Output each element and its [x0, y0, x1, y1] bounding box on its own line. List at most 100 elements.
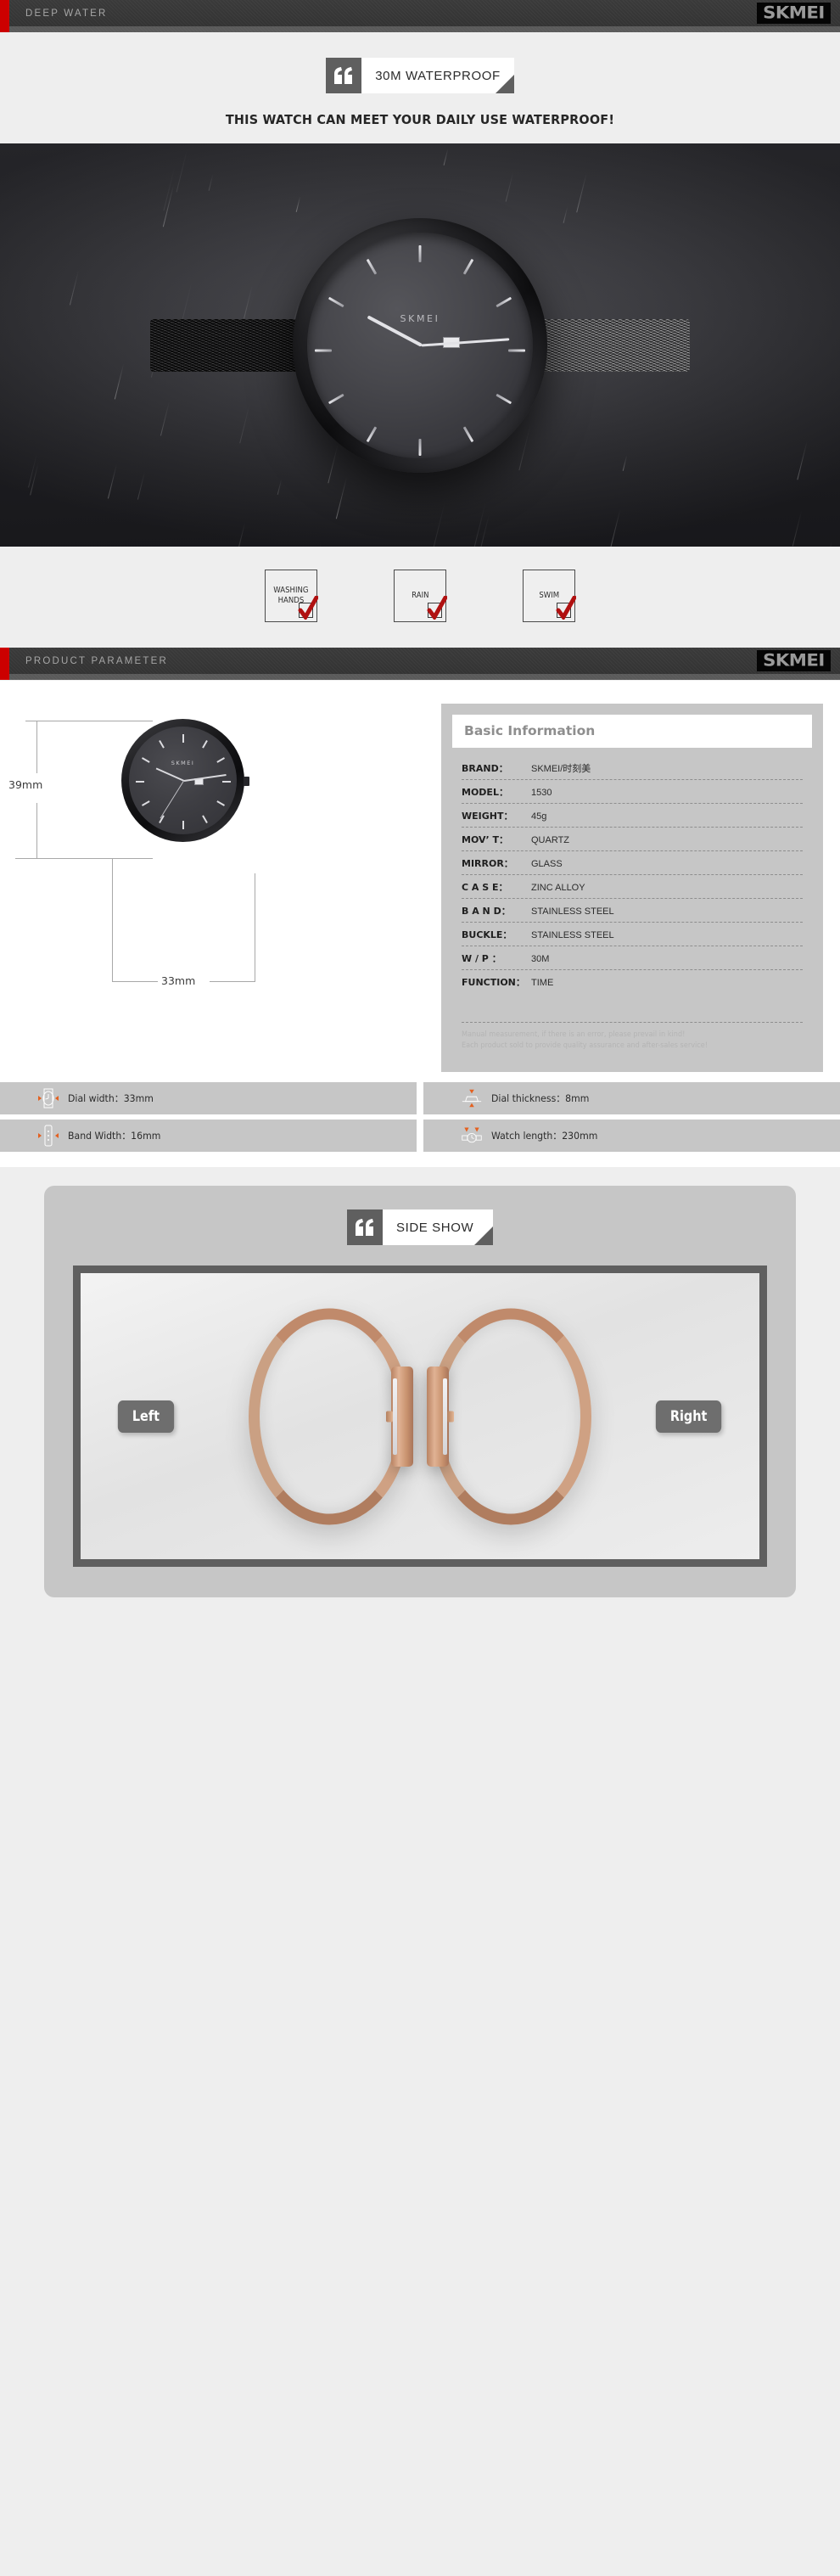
usage-card-rain[interactable]: RAIN: [394, 570, 446, 622]
product-detail-page: DEEP WATER SKMEI 30M WATERPROOF THIS WAT…: [0, 0, 840, 1623]
usage-checkbox[interactable]: [299, 603, 313, 618]
waterproof-tagline: THIS WATCH CAN MEET YOUR DAILY USE WATER…: [30, 112, 811, 127]
hero-band-right: [537, 319, 690, 372]
watch-case-side-left: [391, 1367, 413, 1467]
red-accent-tab: [0, 0, 9, 32]
brand-logo-text: SKMEI: [763, 650, 825, 670]
usage-card-washing-hands[interactable]: WASHING HANDS: [265, 570, 317, 622]
row-key: C A S E：: [462, 880, 531, 894]
row-key: MIRROR：: [462, 856, 531, 870]
table-row: WEIGHT： 45g: [462, 804, 803, 828]
waterproof-usage-list: WASHING HANDS RAIN SWIM: [0, 547, 840, 648]
basic-information-note: Manual measurement, if there is an error…: [462, 1022, 803, 1061]
side-label-right: Right: [656, 1400, 722, 1433]
checkmark-icon: [425, 596, 447, 620]
side-show-frame: Left Right: [73, 1266, 767, 1567]
banner-corner-fold: [474, 1226, 493, 1245]
row-key: B A N D：: [462, 904, 531, 918]
hero-band-left: [150, 319, 303, 372]
brand-logo: SKMEI: [757, 3, 831, 24]
table-row: MODEL： 1530: [462, 780, 803, 804]
dial-thickness-icon: [461, 1088, 483, 1108]
usage-checkbox[interactable]: [557, 603, 571, 618]
row-key: W / P ：: [462, 951, 531, 965]
dim-hour-hand: [155, 767, 184, 781]
watch-case-side-right: [427, 1367, 449, 1467]
hero-watch-dial: SKMEI: [307, 233, 533, 458]
spec-label: Dial thickness：8mm: [491, 1092, 589, 1105]
dial-width-icon: [37, 1088, 59, 1108]
side-show-banner-label-wrap: SIDE SHOW: [383, 1209, 493, 1245]
waterproof-banner-label: 30M WATERPROOF: [375, 69, 501, 83]
row-value: 30M: [531, 954, 549, 964]
section-title: PRODUCT PARAMETER: [25, 656, 168, 666]
hero-minute-hand: [421, 338, 509, 346]
table-row: BRAND： SKMEI/时刻美: [462, 756, 803, 780]
product-parameter-body: 39mm 33mm SKMEI Basic Information BRAND：…: [0, 681, 840, 1072]
watch-length-icon: [461, 1125, 483, 1146]
crown-right: [447, 1411, 454, 1422]
table-row: MIRROR： GLASS: [462, 851, 803, 875]
rain-hero-photo: SKMEI: [0, 143, 840, 547]
quote-mark-icon: [326, 58, 361, 93]
row-value: ZINC ALLOY: [531, 883, 585, 893]
dim-height-line-upper: [36, 721, 37, 773]
dim-width-line-right: [210, 981, 255, 982]
mesh-band-right: [430, 1308, 591, 1524]
usage-label-line1: WASHING: [273, 586, 308, 595]
red-accent-tab: [0, 648, 9, 680]
table-row: MOV’ T： QUARTZ: [462, 828, 803, 851]
basic-information-rows: BRAND： SKMEI/时刻美 MODEL： 1530 WEIGHT： 45g…: [452, 748, 812, 993]
dim-guide-bottom: [15, 858, 153, 859]
spec-cell-band-width: Band Width：16mm: [0, 1120, 417, 1152]
dim-watch-dial: SKMEI: [129, 727, 237, 834]
row-value: QUARTZ: [531, 835, 569, 845]
section-title: DEEP WATER: [25, 8, 108, 19]
row-value: TIME: [531, 978, 553, 988]
basic-information-title: Basic Information: [464, 723, 595, 738]
hero-dial-logo: SKMEI: [307, 313, 533, 324]
row-key: MOV’ T：: [462, 833, 531, 846]
dim-strap-bottom: [164, 830, 203, 942]
brand-logo-text: SKMEI: [763, 3, 825, 22]
waterproof-banner-label-wrap: 30M WATERPROOF: [361, 58, 514, 93]
row-key: WEIGHT：: [462, 809, 531, 822]
spec-label: Dial width：33mm: [68, 1092, 154, 1105]
product-parameter-section-bar: PRODUCT PARAMETER SKMEI: [0, 648, 840, 674]
dim-watch-crown: [244, 777, 249, 786]
crystal-edge: [393, 1378, 397, 1455]
side-show-banner: SIDE SHOW: [73, 1209, 767, 1245]
row-key: FUNCTION：: [462, 975, 531, 989]
side-label-left: Left: [118, 1400, 174, 1433]
spacer-banner-tagline: [0, 93, 840, 112]
row-value: 1530: [531, 788, 552, 798]
row-value: SKMEI/时刻美: [531, 761, 591, 775]
quote-mark-icon: [347, 1209, 383, 1245]
row-value: STAINLESS STEEL: [531, 906, 614, 917]
deep-water-section-bar: DEEP WATER SKMEI: [0, 0, 840, 26]
row-key: BUCKLE：: [462, 928, 531, 941]
note-line-2: Each product sold to provide quality ass…: [462, 1041, 789, 1052]
row-key: BRAND：: [462, 761, 531, 775]
dim-second-hand: [160, 780, 183, 818]
row-key: MODEL：: [462, 785, 531, 799]
spec-cell-dial-width: Dial width：33mm: [0, 1082, 417, 1114]
side-show-section: SIDE SHOW Left Right: [0, 1167, 840, 1623]
spec-label: Watch length：230mm: [491, 1129, 597, 1142]
basic-information-panel: Basic Information BRAND： SKMEI/时刻美 MODEL…: [441, 704, 823, 1072]
dim-dial-logo: SKMEI: [129, 760, 237, 766]
brand-logo: SKMEI: [757, 650, 831, 671]
note-line-1: Manual measurement, if there is an error…: [462, 1030, 789, 1041]
usage-card-swim[interactable]: SWIM: [523, 570, 575, 622]
table-row: C A S E： ZINC ALLOY: [462, 875, 803, 899]
row-value: STAINLESS STEEL: [531, 930, 614, 940]
usage-checkbox[interactable]: [428, 603, 442, 618]
dimension-watch-image: SKMEI: [121, 719, 244, 842]
banner-corner-fold: [496, 75, 514, 93]
table-row: FUNCTION： TIME: [462, 970, 803, 993]
basic-information-column: Basic Information BRAND： SKMEI/时刻美 MODEL…: [441, 704, 840, 1072]
dimension-diagram: 39mm 33mm SKMEI: [0, 704, 441, 1001]
side-show-panel: SIDE SHOW Left Right: [44, 1186, 796, 1597]
checkmark-icon: [554, 596, 576, 620]
basic-information-title-bar: Basic Information: [452, 715, 812, 748]
